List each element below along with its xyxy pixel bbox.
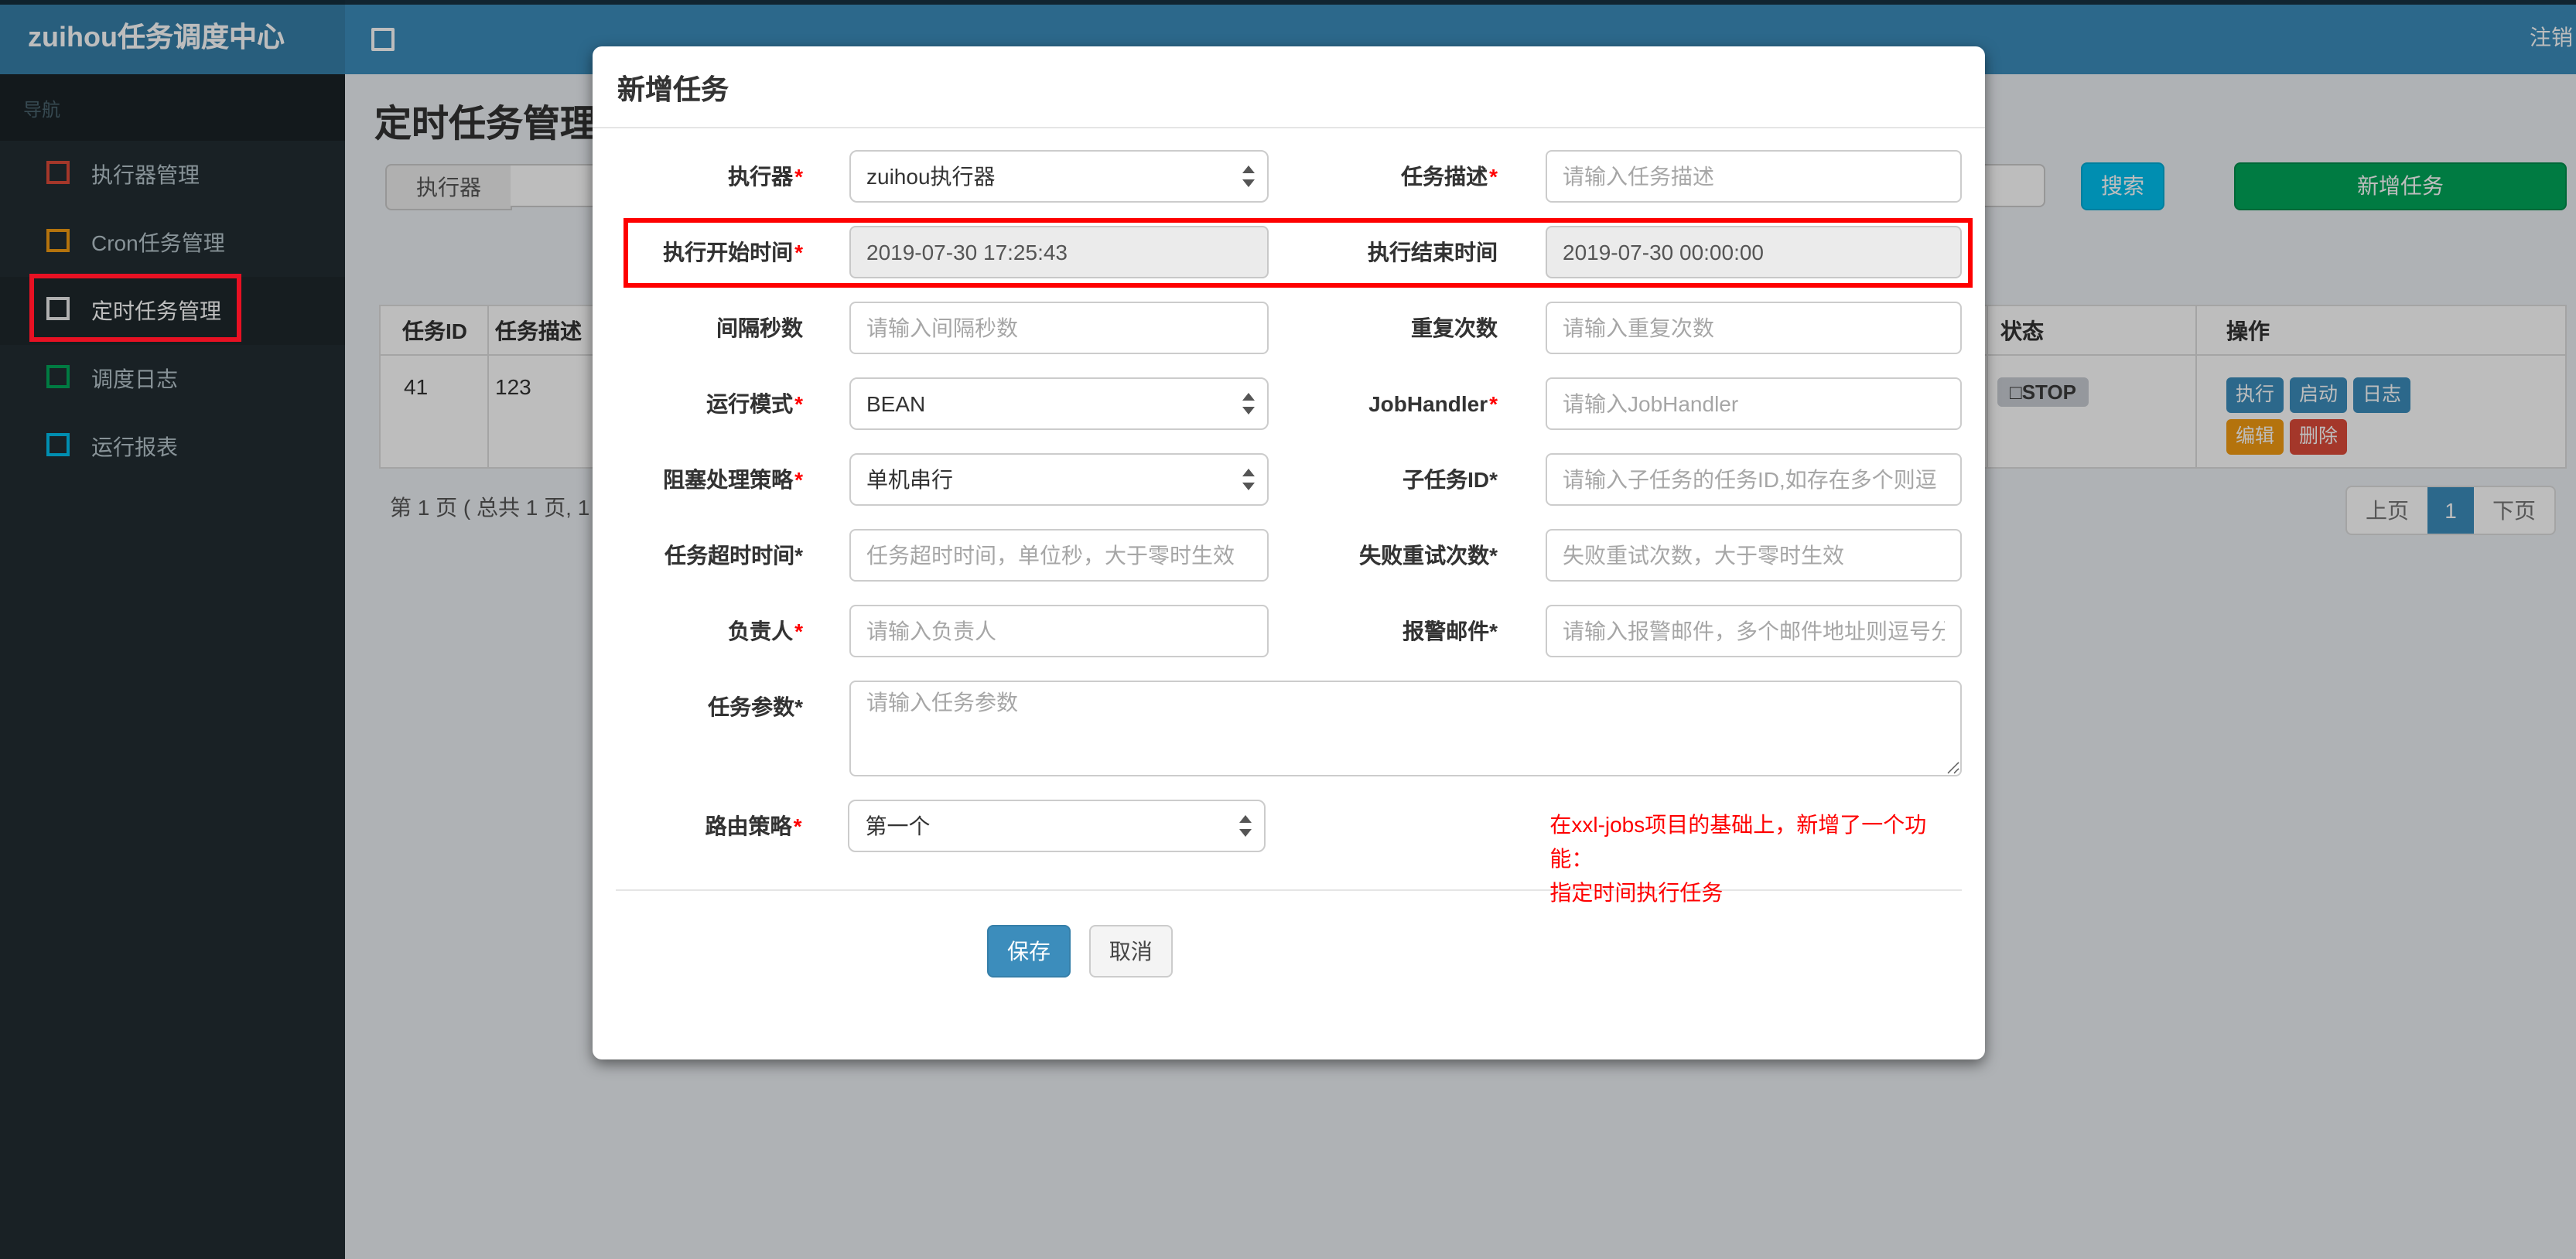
select-arrows-icon <box>1242 393 1256 415</box>
cancel-button[interactable]: 取消 <box>1088 925 1173 978</box>
timeout-label: 任务超时时间* <box>664 543 803 568</box>
form-row: 路由策略 * 第一个 在xxl-jobs项目的基础上，新增了一个功能： 指定时间执… <box>616 800 1962 905</box>
executor-select[interactable]: zuihou执行器 <box>849 150 1269 203</box>
job-handler-input[interactable] <box>1546 377 1962 430</box>
end-time-input[interactable]: 2019-07-30 00:00:00 <box>1546 226 1962 278</box>
executor-select-value: zuihou执行器 <box>866 164 996 189</box>
job-desc-input[interactable] <box>1546 150 1962 203</box>
required-asterisk: * <box>1489 164 1498 189</box>
repeat-input[interactable] <box>1546 302 1962 354</box>
form-row: 阻塞处理策略 * 单机串行 子任务ID* <box>616 453 1962 506</box>
start-time-input[interactable]: 2019-07-30 17:25:43 <box>849 226 1269 278</box>
form-row: 执行器 * zuihou执行器 任务描述 * <box>616 150 1962 203</box>
save-button[interactable]: 保存 <box>987 925 1071 978</box>
form-row: 负责人* 报警邮件* <box>616 605 1962 657</box>
start-time-label: 执行开始时间 * <box>663 240 803 264</box>
alarm-email-label: 报警邮件* <box>1402 619 1498 643</box>
required-asterisk: * <box>794 240 803 264</box>
retry-label: 失败重试次数* <box>1359 543 1498 568</box>
form-row: 运行模式 * BEAN JobHandler * <box>616 377 1962 430</box>
interval-label: 间隔秒数 <box>716 316 803 340</box>
child-job-label: 子任务ID* <box>1402 467 1498 492</box>
block-strategy-select[interactable]: 单机串行 <box>849 453 1269 506</box>
form-row: 任务参数* <box>616 681 1962 776</box>
feature-note-line1: 在xxl-jobs项目的基础上，新增了一个功能： <box>1549 812 1927 871</box>
required-asterisk: * <box>794 467 803 492</box>
required-asterisk: * <box>1489 391 1498 416</box>
block-strategy-select-value: 单机串行 <box>866 467 953 492</box>
add-task-modal: 新增任务 执行器* zuihou执行器 任务描述* 执行开始时间* 2019-0… <box>593 46 1985 1059</box>
job-handler-label: JobHandler * <box>1368 391 1498 416</box>
form-row-highlighted: 执行开始时间 * 2019-07-30 17:25:43 执行结束时间 2019-… <box>616 226 1962 278</box>
required-asterisk: * <box>794 391 803 416</box>
job-desc-label: 任务描述 * <box>1401 164 1498 189</box>
interval-input[interactable] <box>849 302 1269 354</box>
feature-note: 在xxl-jobs项目的基础上，新增了一个功能： 指定时间执行任务 <box>1549 800 1962 905</box>
owner-input[interactable] <box>849 605 1269 657</box>
select-arrows-icon <box>1238 815 1252 837</box>
child-job-input[interactable] <box>1546 453 1962 506</box>
job-param-textarea[interactable] <box>849 681 1962 776</box>
feature-note-line2: 指定时间执行任务 <box>1549 880 1724 905</box>
glue-type-select[interactable]: BEAN <box>849 377 1269 430</box>
end-time-label: 执行结束时间 <box>1368 240 1498 264</box>
modal-header: 新增任务 <box>593 46 1985 128</box>
alarm-email-input[interactable] <box>1546 605 1962 657</box>
select-arrows-icon <box>1242 165 1256 187</box>
route-strategy-select[interactable]: 第一个 <box>848 800 1266 852</box>
timeout-input[interactable] <box>849 529 1269 582</box>
owner-label: 负责人 * <box>728 619 803 643</box>
select-arrows-icon <box>1242 469 1256 490</box>
modal-title: 新增任务 <box>617 74 729 105</box>
block-strategy-label: 阻塞处理策略 * <box>663 467 803 492</box>
form-row: 任务超时时间* 失败重试次数* <box>616 529 1962 582</box>
retry-input[interactable] <box>1546 529 1962 582</box>
glue-type-select-value: BEAN <box>866 391 926 416</box>
executor-label: 执行器 * <box>728 164 803 189</box>
repeat-label: 重复次数 <box>1411 316 1498 340</box>
glue-type-label: 运行模式 * <box>706 391 803 416</box>
route-strategy-label: 路由策略 * <box>705 814 802 838</box>
required-asterisk: * <box>794 164 803 189</box>
app-root: zuihou任务调度中心 注销 导航 执行器管理 Cron任务管理 定时任务管理… <box>0 0 2576 1259</box>
form-row: 间隔秒数 重复次数 <box>616 302 1962 354</box>
required-asterisk: * <box>793 814 802 838</box>
required-asterisk: * <box>794 619 803 643</box>
modal-body: 执行器* zuihou执行器 任务描述* 执行开始时间* 2019-07-30 … <box>593 128 1985 978</box>
route-strategy-select-value: 第一个 <box>865 814 931 838</box>
job-param-label: 任务参数* <box>708 694 803 719</box>
